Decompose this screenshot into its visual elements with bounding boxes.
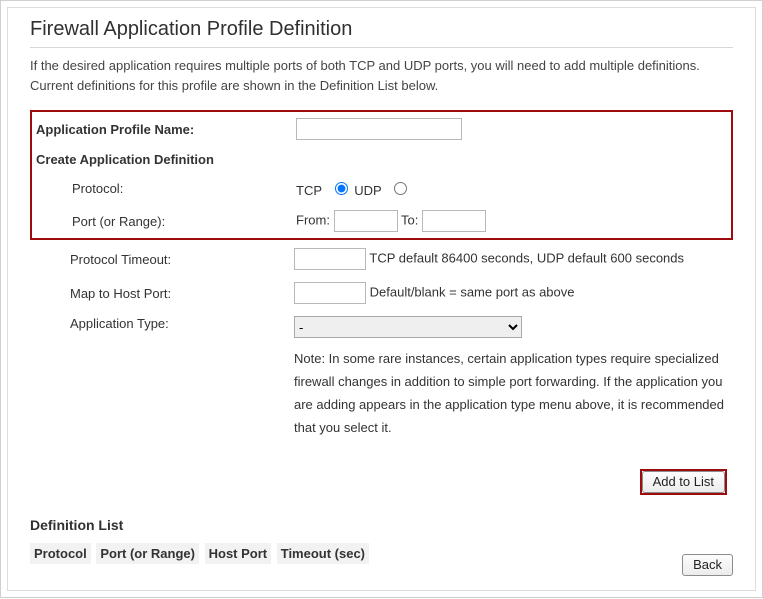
protocol-radio-group: TCP UDP: [296, 183, 410, 198]
port-from-input[interactable]: [334, 210, 398, 232]
port-range-label: Port (or Range):: [32, 204, 292, 238]
required-form-table: Application Profile Name: Create Applica…: [32, 112, 492, 238]
port-from-label: From:: [296, 213, 330, 228]
map-to-host-port-input[interactable]: [294, 282, 366, 304]
protocol-udp-radio[interactable]: [394, 182, 407, 195]
add-to-list-row: Add to List: [30, 469, 733, 495]
protocol-timeout-input[interactable]: [294, 248, 366, 270]
protocol-row: Protocol: TCP UDP: [32, 173, 492, 204]
col-host-port: Host Port: [205, 543, 272, 564]
col-timeout: Timeout (sec): [277, 543, 369, 564]
protocol-udp-label: UDP: [354, 183, 381, 198]
col-port-range: Port (or Range): [96, 543, 199, 564]
protocol-timeout-hint: TCP default 86400 seconds, UDP default 6…: [369, 251, 684, 266]
definition-list-header: Protocol Port (or Range) Host Port Timeo…: [30, 543, 733, 564]
application-type-note: Note: In some rare instances, certain ap…: [294, 348, 724, 439]
protocol-tcp-radio[interactable]: [335, 182, 348, 195]
create-application-definition-heading: Create Application Definition: [32, 146, 492, 173]
protocol-timeout-label: Protocol Timeout:: [30, 242, 290, 276]
app-profile-name-label: Application Profile Name:: [32, 112, 292, 146]
map-to-host-port-hint: Default/blank = same port as above: [370, 285, 575, 300]
protocol-label: Protocol:: [32, 173, 292, 204]
window-outer-frame: Firewall Application Profile Definition …: [0, 0, 763, 598]
col-protocol: Protocol: [30, 543, 91, 564]
add-to-list-button[interactable]: Add to List: [642, 471, 725, 493]
page-title: Firewall Application Profile Definition: [30, 18, 733, 48]
map-to-host-port-row: Map to Host Port: Default/blank = same p…: [30, 276, 730, 310]
port-to-input[interactable]: [422, 210, 486, 232]
intro-text: If the desired application requires mult…: [30, 56, 733, 96]
extra-form-table: Protocol Timeout: TCP default 86400 seco…: [30, 242, 730, 445]
application-type-label: Application Type:: [30, 310, 290, 445]
app-profile-name-input[interactable]: [296, 118, 462, 140]
application-type-select[interactable]: -: [294, 316, 522, 338]
definition-list-heading: Definition List: [30, 517, 733, 533]
application-type-row: Application Type: - Note: In some rare i…: [30, 310, 730, 445]
protocol-tcp-label: TCP: [296, 183, 322, 198]
add-to-list-highlight: Add to List: [640, 469, 727, 495]
content-panel: Firewall Application Profile Definition …: [7, 7, 756, 591]
map-to-host-port-label: Map to Host Port:: [30, 276, 290, 310]
back-row: Back: [682, 554, 733, 576]
port-range-row: Port (or Range): From: To:: [32, 204, 492, 238]
required-fields-frame: Application Profile Name: Create Applica…: [30, 110, 733, 240]
port-to-label: To:: [401, 213, 418, 228]
back-button[interactable]: Back: [682, 554, 733, 576]
protocol-timeout-row: Protocol Timeout: TCP default 86400 seco…: [30, 242, 730, 276]
